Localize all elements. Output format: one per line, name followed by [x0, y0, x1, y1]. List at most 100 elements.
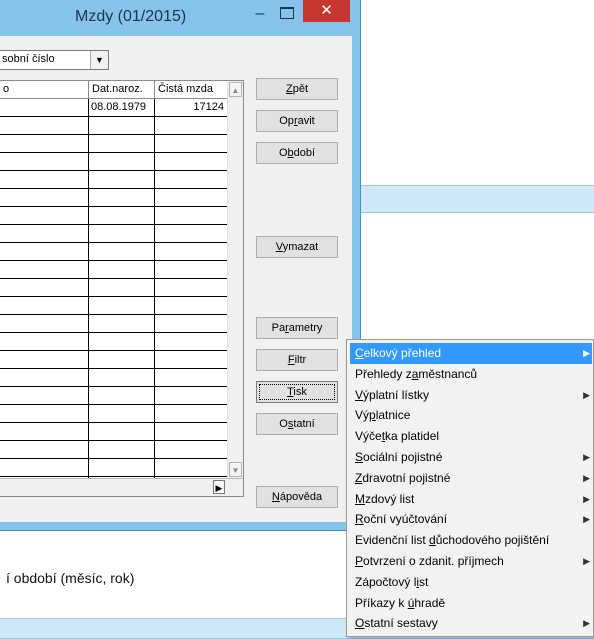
table-row[interactable]: [0, 135, 228, 153]
cell-net-wage[interactable]: [155, 279, 228, 296]
table-row[interactable]: [0, 459, 228, 477]
cell-name[interactable]: [0, 405, 89, 422]
cell-name[interactable]: [0, 171, 89, 188]
horizontal-scrollbar[interactable]: ▶: [0, 478, 243, 496]
opravit-button[interactable]: Opravit: [256, 110, 338, 132]
table-row[interactable]: [0, 171, 228, 189]
cell-net-wage[interactable]: [155, 423, 228, 440]
cell-net-wage[interactable]: 17124: [155, 99, 228, 116]
table-row[interactable]: [0, 189, 228, 207]
menu-item[interactable]: Roční vyúčtování ▶: [350, 509, 592, 530]
cell-birthdate[interactable]: [89, 369, 155, 386]
cell-birthdate[interactable]: [89, 441, 155, 458]
cell-birthdate[interactable]: [89, 423, 155, 440]
menu-item[interactable]: Přehledy zaměstnanců: [350, 364, 592, 385]
table-row[interactable]: [0, 225, 228, 243]
minimize-button[interactable]: –: [250, 2, 270, 26]
cell-birthdate[interactable]: [89, 189, 155, 206]
cell-name[interactable]: [0, 279, 89, 296]
table-row[interactable]: [0, 297, 228, 315]
parametry-button[interactable]: Parametry: [256, 317, 338, 339]
menu-item[interactable]: Zdravotní pojistné ▶: [350, 468, 592, 489]
cell-name[interactable]: [0, 387, 89, 404]
menu-item[interactable]: Ostatní sestavy ▶: [350, 613, 592, 634]
titlebar[interactable]: Mzdy (01/2015) – ✕: [0, 0, 360, 36]
ostatni-button[interactable]: Ostatní: [256, 413, 338, 435]
table-row[interactable]: [0, 315, 228, 333]
cell-birthdate[interactable]: [89, 351, 155, 368]
zpet-button[interactable]: Zpět: [256, 78, 338, 100]
cell-net-wage[interactable]: [155, 405, 228, 422]
menu-item[interactable]: Zápočtový list: [350, 572, 592, 593]
cell-birthdate[interactable]: [89, 225, 155, 242]
table-row[interactable]: [0, 369, 228, 387]
cell-birthdate[interactable]: [89, 243, 155, 260]
cell-net-wage[interactable]: [155, 459, 228, 476]
cell-net-wage[interactable]: [155, 261, 228, 278]
cell-birthdate[interactable]: [89, 297, 155, 314]
scroll-up-arrow[interactable]: ▲: [229, 82, 242, 97]
scroll-right-arrow[interactable]: ▶: [213, 480, 225, 494]
cell-net-wage[interactable]: [155, 117, 228, 134]
menu-item[interactable]: Sociální pojistné ▶: [350, 447, 592, 468]
cell-name[interactable]: [0, 459, 89, 476]
cell-birthdate[interactable]: [89, 459, 155, 476]
menu-item[interactable]: Výplatnice: [350, 405, 592, 426]
menu-item[interactable]: Potvrzení o zdanit. příjmech ▶: [350, 551, 592, 572]
cell-net-wage[interactable]: [155, 315, 228, 332]
table-row[interactable]: [0, 243, 228, 261]
cell-birthdate[interactable]: [89, 117, 155, 134]
cell-net-wage[interactable]: [155, 153, 228, 170]
cell-name[interactable]: [0, 351, 89, 368]
menu-item[interactable]: Evidenční list důchodového pojištění: [350, 530, 592, 551]
cell-net-wage[interactable]: [155, 225, 228, 242]
cell-name[interactable]: [0, 261, 89, 278]
sort-combobox[interactable]: sobní číslo ▼: [0, 50, 109, 70]
table-row[interactable]: [0, 423, 228, 441]
column-header-name[interactable]: o: [0, 81, 89, 98]
cell-birthdate[interactable]: [89, 405, 155, 422]
cell-name[interactable]: [0, 297, 89, 314]
cell-net-wage[interactable]: [155, 297, 228, 314]
menu-item[interactable]: Výčetka platidel: [350, 426, 592, 447]
cell-birthdate[interactable]: [89, 207, 155, 224]
table-row[interactable]: [0, 261, 228, 279]
cell-birthdate[interactable]: [89, 279, 155, 296]
table-row[interactable]: [0, 333, 228, 351]
cell-net-wage[interactable]: [155, 135, 228, 152]
table-row[interactable]: [0, 351, 228, 369]
cell-birthdate[interactable]: [89, 171, 155, 188]
cell-name[interactable]: [0, 135, 89, 152]
chevron-down-icon[interactable]: ▼: [90, 51, 108, 69]
menu-item[interactable]: Mzdový list ▶: [350, 489, 592, 510]
cell-name[interactable]: [0, 369, 89, 386]
cell-net-wage[interactable]: [155, 351, 228, 368]
cell-name[interactable]: [0, 441, 89, 458]
table-row[interactable]: [0, 279, 228, 297]
table-row[interactable]: [0, 207, 228, 225]
table-row[interactable]: 08.08.1979 17124: [0, 99, 228, 117]
cell-name[interactable]: [0, 189, 89, 206]
maximize-button[interactable]: [280, 7, 294, 19]
cell-name[interactable]: [0, 99, 89, 116]
table-row[interactable]: [0, 441, 228, 459]
menu-item[interactable]: Celkový přehled ▶: [350, 343, 592, 364]
cell-net-wage[interactable]: [155, 171, 228, 188]
cell-birthdate[interactable]: [89, 261, 155, 278]
cell-net-wage[interactable]: [155, 387, 228, 404]
cell-net-wage[interactable]: [155, 243, 228, 260]
cell-name[interactable]: [0, 315, 89, 332]
vymazat-button[interactable]: Vymazat: [256, 236, 338, 258]
cell-name[interactable]: [0, 423, 89, 440]
employee-grid[interactable]: o Dat.naroz. Čistá mzda 08.08.1979 17124 …: [0, 80, 244, 497]
tisk-button[interactable]: Tisk: [256, 381, 338, 403]
table-row[interactable]: [0, 387, 228, 405]
napoveda-button[interactable]: Nápověda: [256, 486, 338, 508]
cell-birthdate[interactable]: 08.08.1979: [89, 99, 155, 116]
cell-net-wage[interactable]: [155, 333, 228, 350]
cell-net-wage[interactable]: [155, 441, 228, 458]
menu-item[interactable]: Příkazy k úhradě: [350, 593, 592, 614]
scroll-down-arrow[interactable]: ▼: [229, 462, 242, 477]
filtr-button[interactable]: Filtr: [256, 349, 338, 371]
cell-name[interactable]: [0, 207, 89, 224]
